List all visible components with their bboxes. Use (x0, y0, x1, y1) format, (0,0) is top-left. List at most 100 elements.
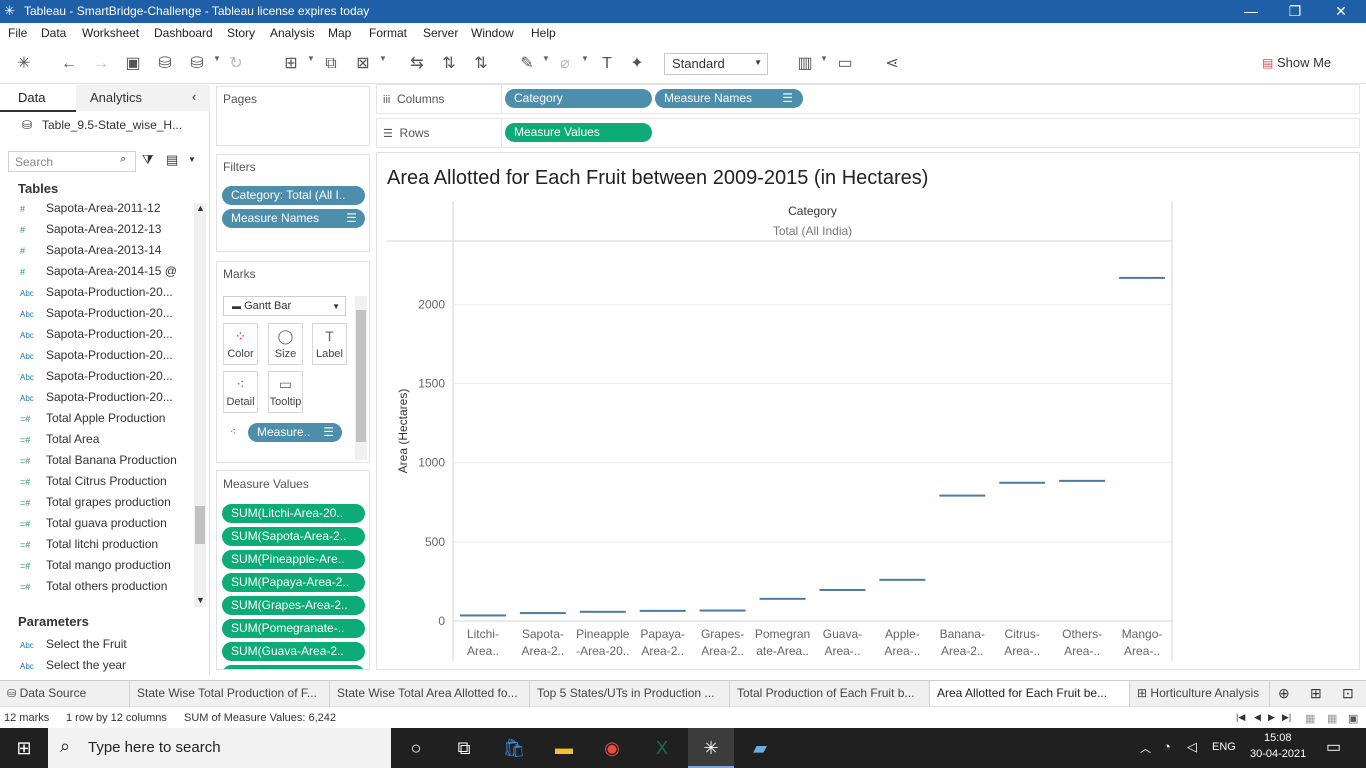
filter-pill-category[interactable]: Category: Total (All I.. (222, 186, 365, 205)
sheet-tab-active[interactable]: Area Allotted for Each Fruit be... (930, 681, 1130, 707)
last-sheet-icon[interactable]: ▶| (1282, 712, 1291, 723)
field-item[interactable]: =# Total guava production (20, 516, 200, 537)
tableau-taskbar-button[interactable]: ✳ (688, 728, 734, 768)
measure-value-pill[interactable]: SUM(Apple-Area-20.. (222, 665, 365, 669)
scroll-up-icon[interactable]: ▲ (196, 203, 205, 213)
share-icon[interactable]: ⋖ (881, 53, 903, 75)
menu-file[interactable]: File (8, 26, 27, 40)
field-item[interactable]: Abc Sapota-Production-20... (20, 285, 200, 306)
sheet-tab[interactable]: Top 5 States/UTs in Production ... (530, 681, 730, 707)
parameter-item[interactable]: Abc Select the year (20, 658, 200, 679)
fit-dropdown[interactable]: Standard ▼ (664, 53, 768, 75)
measure-value-pill[interactable]: SUM(Pomegranate-.. (222, 619, 365, 638)
scrollbar-thumb[interactable] (195, 506, 205, 544)
measure-value-pill[interactable]: SUM(Sapota-Area-2.. (222, 527, 365, 546)
search-input[interactable]: Search (8, 151, 136, 172)
datasource-name[interactable]: Table_9.5-State_wise_H... (42, 118, 182, 132)
filmstrip-view-icon[interactable]: ▦ (1327, 712, 1337, 725)
field-item[interactable]: =# Total Banana Production (20, 453, 200, 474)
label-button[interactable]: T Label (312, 323, 347, 365)
tab-analytics[interactable]: Analytics (90, 90, 142, 105)
detail-button[interactable]: ⁖ Detail (223, 371, 258, 413)
menu-data[interactable]: Data (41, 26, 66, 40)
store-icon[interactable]: 🛍 (500, 734, 528, 762)
menu-analysis[interactable]: Analysis (270, 26, 315, 40)
notepad-icon[interactable]: ▰ (746, 734, 774, 762)
wifi-icon[interactable]: ◔ (1163, 739, 1171, 754)
field-item[interactable]: # Sapota-Area-2012-13 (20, 222, 200, 243)
new-worksheet-icon[interactable]: ⊕ (1278, 685, 1290, 702)
restore-button[interactable]: ❐ (1272, 0, 1318, 23)
tab-data[interactable]: Data (18, 90, 45, 105)
clear-sheet-icon[interactable]: ⊠ (352, 53, 374, 75)
mark-type-dropdown[interactable]: ▬ Gantt Bar ▼ (223, 296, 346, 316)
pin-axis-icon[interactable]: ✦ (626, 53, 648, 75)
tab-data-source[interactable]: ⛁ Data Source (0, 681, 130, 707)
marks-scrollbar[interactable] (355, 296, 367, 460)
parameter-item[interactable]: Abc Select the Fruit (20, 637, 200, 658)
columns-pill-measure-names[interactable]: Measure Names ☰ (655, 89, 803, 108)
field-item[interactable]: =# Total Area (20, 432, 200, 453)
chevron-down-icon[interactable]: ▼ (542, 54, 550, 63)
field-item[interactable]: =# Total others production (20, 579, 200, 600)
show-labels-icon[interactable]: T (596, 53, 618, 75)
field-item[interactable]: =# Total Apple Production (20, 411, 200, 432)
chrome-icon[interactable]: ◉ (598, 734, 626, 762)
presentation-mode-icon[interactable]: ▭ (834, 53, 856, 75)
field-item[interactable]: =# Total grapes production (20, 495, 200, 516)
measure-value-pill[interactable]: SUM(Pineapple-Are.. (222, 550, 365, 569)
field-item[interactable]: # Sapota-Area-2011-12 (20, 201, 200, 222)
show-me-button[interactable]: ▤ Show Me (1262, 55, 1331, 70)
collapse-icon[interactable]: ‹ (192, 89, 196, 104)
columns-pill-category[interactable]: Category (505, 89, 652, 108)
file-explorer-icon[interactable]: ▬ (550, 734, 578, 762)
duplicate-sheet-icon[interactable]: ⧉ (320, 53, 342, 75)
pause-updates-icon[interactable]: ⛁ (186, 53, 208, 75)
menu-story[interactable]: Story (227, 26, 255, 40)
redo-icon[interactable]: → (90, 53, 112, 75)
menu-map[interactable]: Map (328, 26, 351, 40)
notifications-icon[interactable]: ▭ (1326, 737, 1341, 757)
measure-value-pill[interactable]: SUM(Grapes-Area-2.. (222, 596, 365, 615)
sort-ascending-icon[interactable]: ⇅ (438, 53, 460, 75)
menu-server[interactable]: Server (423, 26, 458, 40)
first-sheet-icon[interactable]: |◀ (1236, 712, 1245, 723)
measure-value-pill[interactable]: SUM(Litchi-Area-20.. (222, 504, 365, 523)
highlight-icon[interactable]: ✎ (516, 53, 538, 75)
field-item[interactable]: Abc Sapota-Production-20... (20, 390, 200, 411)
next-sheet-icon[interactable]: ▶ (1268, 712, 1275, 723)
sheet-tab[interactable]: State Wise Total Area Allotted fo... (330, 681, 530, 707)
scroll-down-icon[interactable]: ▼ (196, 595, 205, 605)
new-story-icon[interactable]: ⊡ (1342, 685, 1354, 702)
volume-icon[interactable]: ◁ (1187, 739, 1197, 755)
new-worksheet-icon[interactable]: ⊞ (280, 53, 302, 75)
field-list-scrollbar[interactable]: ▲ ▼ (194, 203, 206, 607)
excel-icon[interactable]: X (648, 734, 676, 762)
rows-shelf[interactable]: ☰ Rows Measure Values (376, 118, 1360, 148)
grid-view-icon[interactable]: ▦ (1305, 712, 1315, 725)
field-item[interactable]: =# Total Citrus Production (20, 474, 200, 495)
field-item[interactable]: =# Total mango production (20, 558, 200, 579)
field-item[interactable]: # Sapota-Area-2014-15 @ (20, 264, 200, 285)
chevron-down-icon[interactable]: ▼ (188, 155, 196, 164)
sheet-tab[interactable]: State Wise Total Production of F... (130, 681, 330, 707)
sheet-tab[interactable]: Total Production of Each Fruit b... (730, 681, 930, 707)
undo-icon[interactable]: ← (58, 53, 80, 75)
taskbar-search[interactable]: ⌕ Type here to search (48, 728, 391, 768)
columns-shelf[interactable]: iii Columns Category Measure Names ☰ (376, 84, 1360, 114)
chevron-up-icon[interactable]: ︿ (1140, 740, 1151, 756)
size-button[interactable]: ◯ Size (268, 323, 303, 365)
clock-time[interactable]: 15:08 (1264, 732, 1292, 744)
language-indicator[interactable]: ENG (1212, 741, 1236, 753)
group-icon[interactable]: ⌀ (554, 53, 576, 75)
field-item[interactable]: Abc Sapota-Production-20... (20, 348, 200, 369)
cortana-icon[interactable]: ○ (402, 734, 430, 762)
show-cards-icon[interactable]: ▥ (794, 53, 816, 75)
chevron-down-icon[interactable]: ▼ (581, 54, 589, 63)
measure-value-pill[interactable]: SUM(Guava-Area-2.. (222, 642, 365, 661)
field-item[interactable]: Abc Sapota-Production-20... (20, 327, 200, 348)
tableau-home-icon[interactable]: ✳ (13, 53, 35, 75)
chevron-down-icon[interactable]: ▼ (307, 54, 315, 63)
field-item[interactable]: Abc Sapota-Production-20... (20, 369, 200, 390)
menu-worksheet[interactable]: Worksheet (82, 26, 139, 40)
